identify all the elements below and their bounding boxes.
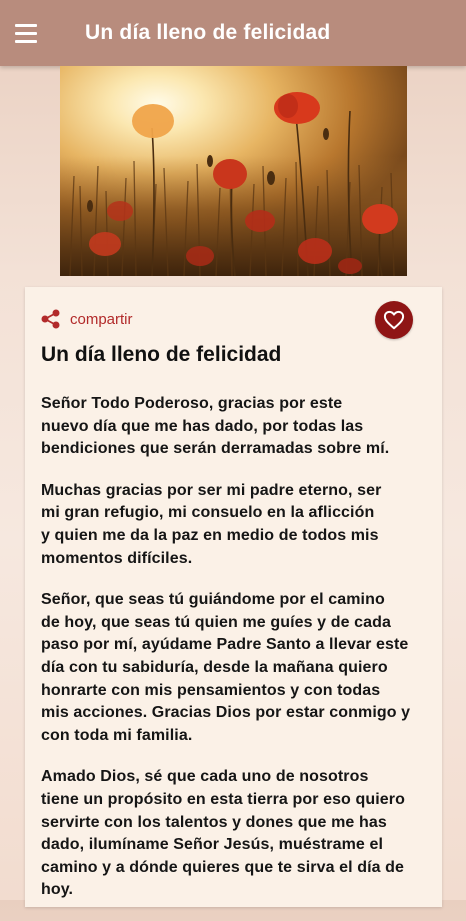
hamburger-menu-icon[interactable] (15, 15, 51, 51)
share-label: compartir (70, 310, 133, 328)
prayer-paragraph: Señor Todo Poderoso, gracias por este nu… (41, 395, 390, 458)
heart-icon (383, 310, 405, 330)
prayer-paragraph: Señor, que seas tú guiándome por el cami… (41, 591, 411, 744)
prayer-card: compartir Un día lleno de felicidad Seño… (25, 287, 442, 907)
prayer-title: Un día lleno de felicidad (41, 343, 282, 366)
share-button[interactable]: compartir (41, 309, 133, 329)
prayer-paragraph: Amado Dios, sé que cada uno de nosotros … (41, 768, 405, 899)
prayer-paragraph: Muchas gracias por ser mi padre eterno, … (41, 481, 382, 567)
favorite-button[interactable] (375, 301, 413, 339)
app-bar: Un día lleno de felicidad (0, 0, 466, 66)
poppy-field-image (60, 66, 407, 276)
share-icon (41, 309, 61, 329)
app-bar-title: Un día lleno de felicidad (85, 21, 331, 44)
prayer-body: Señor Todo Poderoso, gracias por este nu… (41, 393, 437, 921)
